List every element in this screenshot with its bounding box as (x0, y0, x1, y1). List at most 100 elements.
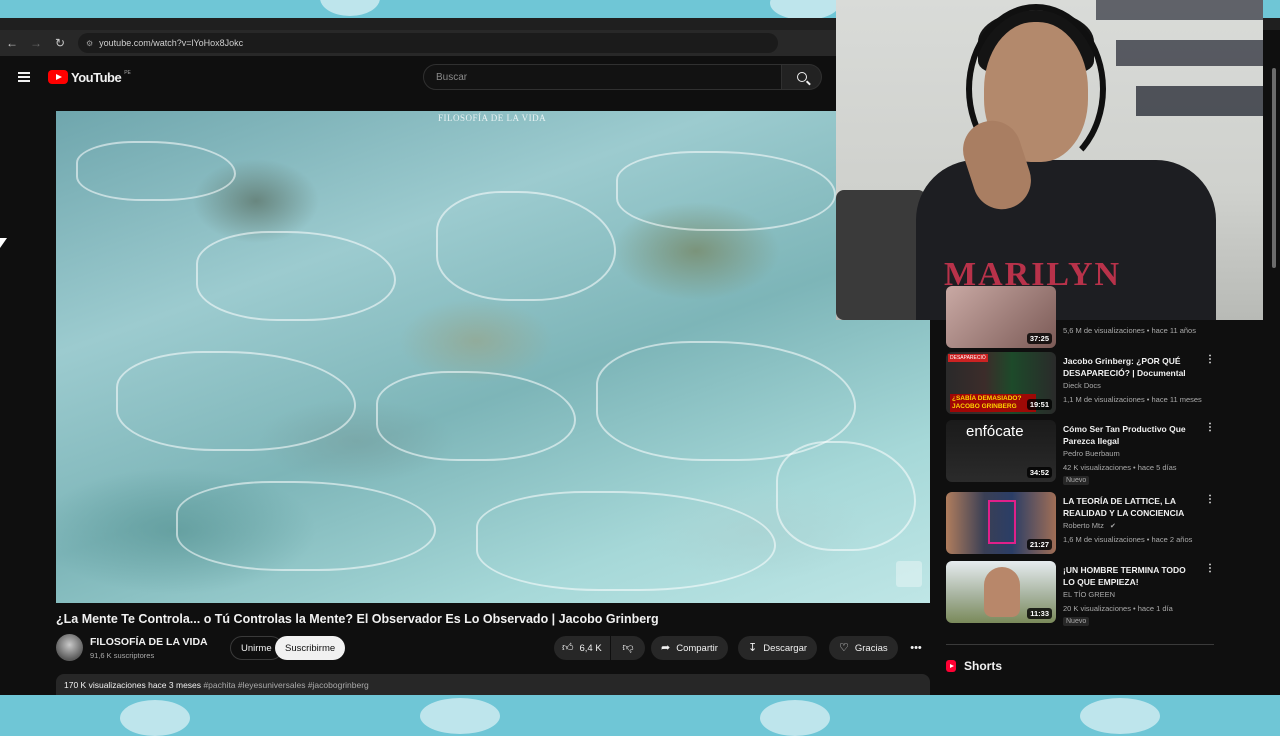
more-vertical-icon[interactable]: ⋮ (1205, 422, 1215, 434)
subscriber-count: 91,6 K suscriptores (90, 651, 155, 660)
shelf (1096, 0, 1263, 20)
download-icon: ↧ (748, 641, 758, 654)
video-thumbnail[interactable]: 11:33 (946, 561, 1056, 623)
video-meta: 1,6 M de visualizaciones • hace 2 años (1063, 535, 1193, 544)
channel-name[interactable]: Dieck Docs (1063, 381, 1101, 390)
thumbnail-caption: ¿SABÍA DEMASIADO? JACOBO GRINBERG (950, 394, 1036, 412)
channel-avatar[interactable] (56, 634, 83, 661)
related-video-item[interactable]: 11:33 ¡UN HOMBRE TERMINA TODO LO QUE EMP… (946, 561, 1216, 626)
like-button[interactable]: 👍︎ 6,4 K (554, 636, 610, 660)
related-video-item[interactable]: 21:27 LA TEORÍA DE LATTICE, LA REALIDAD … (946, 492, 1216, 556)
new-badge: Nuevo (1063, 476, 1090, 485)
video-player[interactable]: FILOSOFÍA DE LA VIDA (56, 111, 930, 603)
arrow-left-icon: ← (6, 36, 18, 50)
channel-name[interactable]: FILOSOFÍA DE LA VIDA (90, 636, 208, 648)
download-label: Descargar (763, 642, 808, 654)
description-box[interactable]: 170 K visualizaciones hace 3 meses #pach… (56, 674, 930, 695)
background-flower (320, 0, 380, 16)
water-caustic (776, 441, 916, 551)
video-title[interactable]: Jacobo Grinberg: ¿POR QUÉ DESAPARECIÓ? |… (1063, 355, 1193, 379)
related-video-partial[interactable]: 37:25 5,6 M de visualizaciones • hace 11… (946, 286, 1216, 348)
share-button[interactable]: ➦ Compartir (651, 636, 728, 660)
thumbnail-corner-label: DESAPARECIÓ (948, 354, 988, 362)
arrow-right-icon: → (30, 36, 42, 50)
youtube-play-icon (48, 70, 68, 84)
desktop-frame: ← → ↻ ⚙ youtube.com/watch?v=lYoHox8Jokc … (0, 0, 1280, 736)
duration-badge: 34:52 (1026, 467, 1052, 478)
url-bar[interactable]: ⚙ youtube.com/watch?v=lYoHox8Jokc (78, 33, 778, 53)
thumbnail-caption: enfócate (966, 423, 1024, 440)
description-stats: 170 K visualizaciones hace 3 meses (64, 680, 202, 690)
video-thumbnail[interactable]: 37:25 (946, 286, 1056, 348)
guide-menu-button[interactable] (0, 72, 48, 82)
duration-badge: 11:33 (1027, 608, 1052, 619)
forward-button[interactable]: → (24, 31, 48, 55)
chair (836, 190, 926, 320)
channel-name[interactable]: Pedro Buerbaum (1063, 449, 1120, 458)
search-icon (796, 72, 807, 82)
new-badge: Nuevo (1063, 617, 1090, 626)
related-video-item[interactable]: DESAPARECIÓ ¿SABÍA DEMASIADO? JACOBO GRI… (946, 352, 1216, 416)
water-caustic (116, 351, 356, 451)
video-owner-row: FILOSOFÍA DE LA VIDA 91,6 K suscriptores… (56, 634, 930, 662)
duration-badge: 19:51 (1026, 399, 1052, 410)
webcam-overlay: MARILYN (836, 0, 1263, 320)
back-button[interactable]: ← (0, 31, 24, 55)
logo-country-code: PE (124, 69, 131, 76)
water-caustic (616, 151, 836, 231)
background-flower (1080, 698, 1160, 734)
page-scrollbar[interactable] (1270, 58, 1278, 688)
dislike-button[interactable]: 👎︎ (611, 636, 645, 660)
search-button[interactable] (782, 64, 822, 90)
channel-name[interactable]: Roberto Mtz (1063, 521, 1104, 530)
search-input[interactable] (423, 64, 782, 90)
shelf (1116, 40, 1263, 66)
video-title[interactable]: Cómo Ser Tan Productivo Que Parezca Ileg… (1063, 423, 1193, 447)
video-meta: 1,1 M de visualizaciones • hace 11 meses (1063, 395, 1202, 404)
url-text: youtube.com/watch?v=lYoHox8Jokc (99, 38, 244, 48)
shorts-shelf-header: Shorts (946, 659, 1002, 673)
more-actions-button[interactable]: ••• (904, 636, 928, 660)
duration-badge: 37:25 (1026, 333, 1052, 344)
more-vertical-icon[interactable]: ⋮ (1205, 563, 1215, 575)
thumbnail-person (984, 567, 1020, 617)
subscribe-label: Suscribirme (285, 642, 336, 654)
verified-icon: ✔ (1110, 523, 1116, 530)
more-vertical-icon[interactable]: ⋮ (1205, 354, 1215, 366)
water-caustic (376, 371, 576, 461)
reload-button[interactable]: ↻ (48, 31, 72, 55)
video-title[interactable]: LA TEORÍA DE LATTICE, LA REALIDAD Y LA C… (1063, 495, 1193, 519)
join-label: Unirme (241, 642, 272, 654)
video-watermark: FILOSOFÍA DE LA VIDA (438, 113, 547, 123)
more-vertical-icon[interactable]: ⋮ (1205, 494, 1215, 506)
download-button[interactable]: ↧ Descargar (738, 636, 818, 660)
background-flower (120, 700, 190, 736)
reload-icon: ↻ (54, 36, 66, 50)
video-thumbnail[interactable]: DESAPARECIÓ ¿SABÍA DEMASIADO? JACOBO GRI… (946, 352, 1056, 414)
address-bar-row: ← → ↻ ⚙ youtube.com/watch?v=lYoHox8Jokc (0, 30, 836, 56)
video-thumbnail[interactable]: enfócate 34:52 (946, 420, 1056, 482)
water-caustic (176, 481, 436, 571)
water-caustic (436, 191, 616, 301)
related-video-item[interactable]: enfócate 34:52 Cómo Ser Tan Productivo Q… (946, 420, 1216, 485)
background-flower (770, 0, 840, 20)
description-hashtags[interactable]: #pachita #leyesuniversales #jacobogrinbe… (201, 680, 368, 690)
video-thumbnail[interactable]: 21:27 (946, 492, 1056, 554)
logo-text: YouTube (71, 69, 122, 85)
background-flower (420, 698, 500, 734)
thumbnail-brain-frame (988, 500, 1016, 544)
like-count: 6,4 K (579, 642, 602, 654)
thumbs-up-icon: 👍︎ (562, 641, 574, 654)
channel-name[interactable]: EL TÍO GREEN (1063, 590, 1115, 599)
scrollbar-thumb[interactable] (1272, 68, 1276, 268)
youtube-logo[interactable]: YouTube PE (48, 70, 131, 85)
thanks-button[interactable]: ♡ Gracias (829, 636, 898, 660)
water-caustic (476, 491, 776, 591)
channel-branding-icon[interactable] (896, 561, 922, 587)
sidebar-divider (946, 644, 1214, 645)
search-box (423, 64, 822, 90)
video-meta: 20 K visualizaciones • hace 1 día (1063, 604, 1173, 613)
video-title[interactable]: ¡UN HOMBRE TERMINA TODO LO QUE EMPIEZA! (1063, 564, 1193, 588)
subscribe-button[interactable]: Suscribirme (275, 636, 346, 660)
shelf (1136, 86, 1263, 116)
